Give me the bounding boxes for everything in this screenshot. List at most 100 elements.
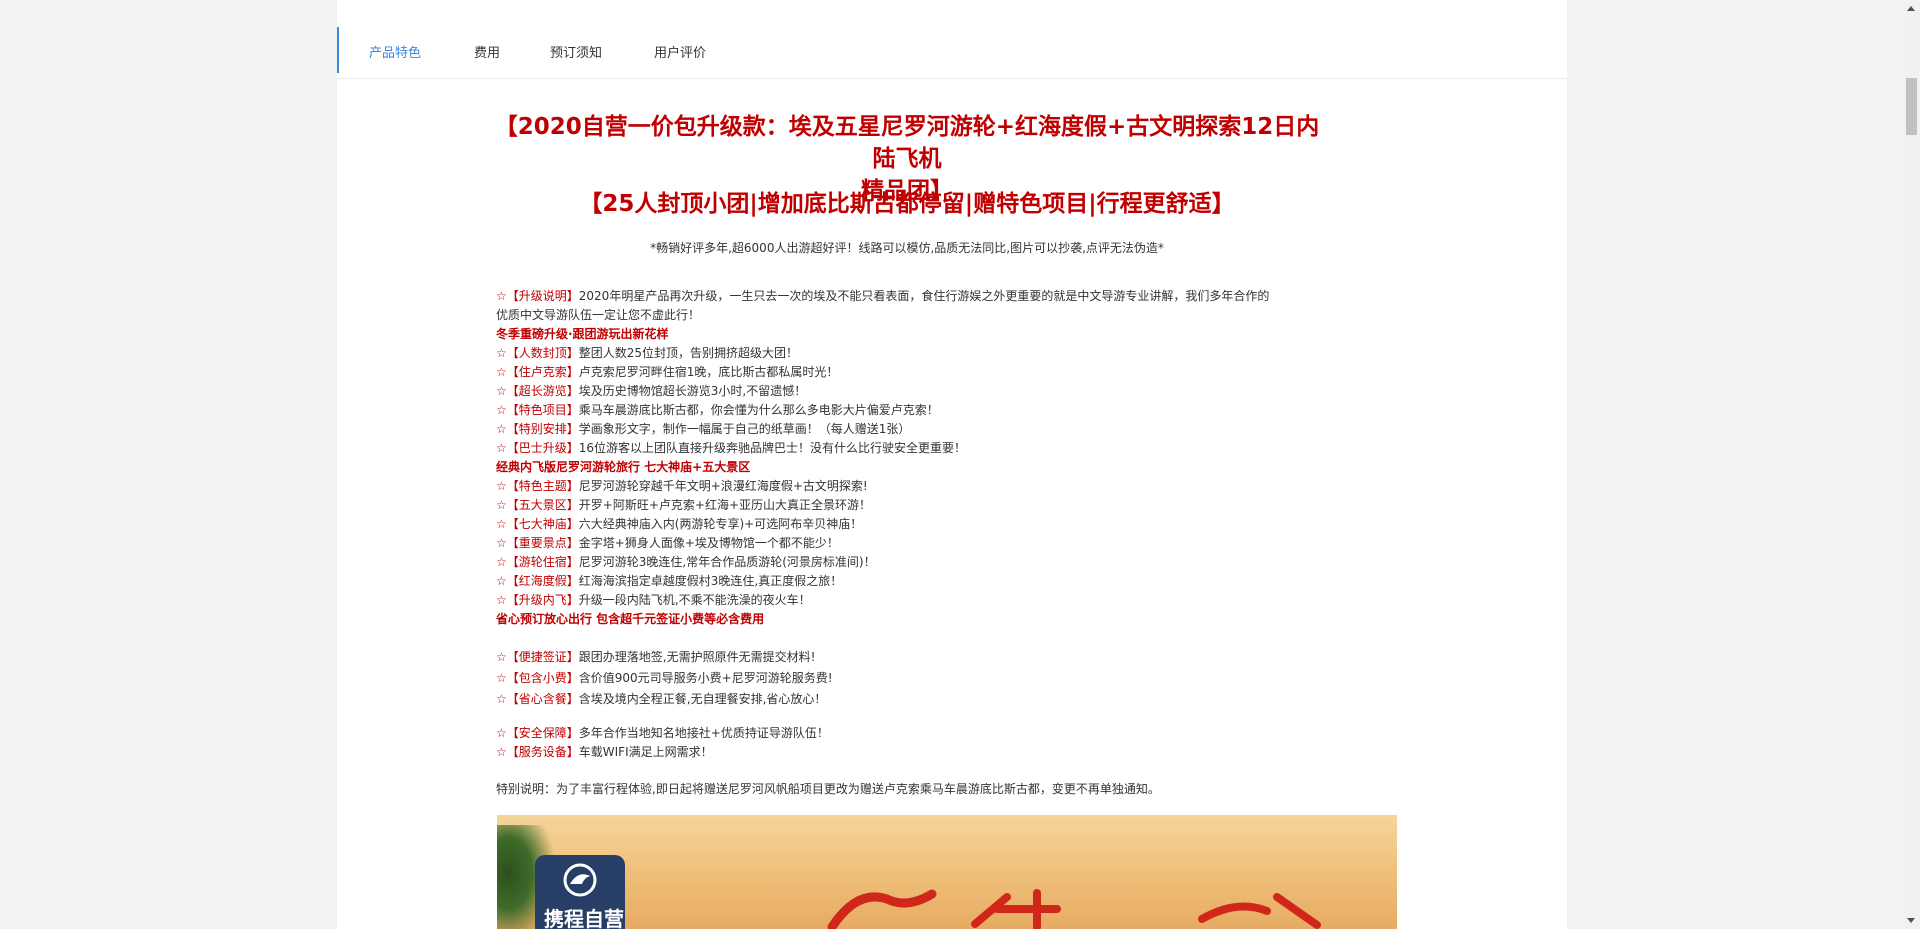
product-subtitle: 【25人封顶小团|增加底比斯古都停留|赠特色项目|行程更舒适】 [579,191,1235,217]
calligraphy-stroke-1 [827,889,937,929]
feature-tag: 【升级内飞】 [506,593,579,607]
star-icon: ☆ [496,441,507,455]
feature-tag: 【五大景区】 [506,498,579,512]
feature-row: ☆【超长游览】埃及历史博物馆超长游览3小时,不留遗憾！ [496,382,1396,401]
star-icon: ☆ [496,479,507,493]
star-icon: ☆ [496,384,507,398]
star-icon: ☆ [496,726,507,740]
section-heading-winter-upgrade: 冬季重磅升级·跟团游玩出新花样 [496,327,669,341]
feature-list: ☆【升级说明】2020年明星产品再次升级，一生只去一次的埃及不能只看表面，食住行… [496,287,1396,762]
vertical-scrollbar[interactable] [1903,0,1920,929]
feature-tag: 【特色主题】 [506,479,579,493]
feature-text: 乘马车晨游底比斯古都，你会懂为什么那么多电影大片偏爱卢克索！ [578,403,939,417]
star-icon: ☆ [496,593,507,607]
section-heading-worry-free: 省心预订放心出行 包含超千元签证小费等必含费用 [496,612,765,626]
feature-text: 开罗+阿斯旺+卢克索+红海+亚历山大真正全景环游！ [578,498,872,512]
feature-row: ☆【特色项目】乘马车晨游底比斯古都，你会懂为什么那么多电影大片偏爱卢克索！ [496,401,1396,420]
dolphin-logo-icon [563,863,597,897]
scroll-down-arrow-icon[interactable] [1907,918,1915,923]
feature-tag: 【七大神庙】 [506,517,579,531]
section-heading-classic-cruise: 经典内飞版尼罗河游轮旅行 七大神庙+五大景区 [496,460,751,474]
feature-tag: 【包含小费】 [506,671,579,685]
star-icon: ☆ [496,536,507,550]
star-icon: ☆ [496,346,507,360]
feature-row: ☆【人数封顶】整团人数25位封顶，告别拥挤超级大团！ [496,344,1396,363]
star-icon: ☆ [496,745,507,759]
feature-tag: 【红海度假】 [506,574,579,588]
feature-text: 2020年明星产品再次升级，一生只去一次的埃及不能只看表面，食住行游娱之外更重要… [578,289,1270,303]
feature-row: ☆【七大神庙】六大经典神庙入内(两游轮专享)+可选阿布辛贝神庙！ [496,515,1396,534]
feature-text: 六大经典神庙入内(两游轮专享)+可选阿布辛贝神庙！ [578,517,863,531]
feature-tag: 【人数封顶】 [506,346,579,360]
feature-text: 卢克索尼罗河畔住宿1晚，底比斯古都私属时光！ [578,365,839,379]
feature-tag: 【特别安排】 [506,422,579,436]
feature-row: ☆【升级内飞】升级一段内陆飞机,不乘不能洗澡的夜火车！ [496,591,1396,610]
calligraphy-stroke-3 [1198,893,1321,929]
feature-tag: 【重要景点】 [506,536,579,550]
feature-row: ☆【便捷签证】跟团办理落地签,无需护照原件无需提交材料! [496,647,1396,668]
feature-row: ☆【游轮住宿】尼罗河游轮3晚连住,常年合作品质游轮(河景房标准间)！ [496,553,1396,572]
star-icon: ☆ [496,692,507,706]
feature-text: 多年合作当地知名地接社+优质持证导游队伍！ [578,726,829,740]
feature-text: 金字塔+狮身人面像+埃及博物馆一个都不能少！ [578,536,839,550]
feature-tag: 【游轮住宿】 [506,555,579,569]
feature-tag: 【便捷签证】 [506,650,579,664]
star-icon: ☆ [496,517,507,531]
feature-text: 学画象形文字，制作一幅属于自己的纸草画！（每人赠送1张） [578,422,911,436]
star-icon: ☆ [496,365,507,379]
tab-bar: 产品特色 费用 预订须知 用户评价 [337,0,1567,79]
ctrip-logo-text: 携程自营 [544,907,624,929]
feature-row: ☆【包含小费】含价值900元司导服务小费+尼罗河游轮服务费! [496,668,1396,689]
feature-text: 升级一段内陆飞机,不乘不能洗澡的夜火车！ [578,593,811,607]
star-icon: ☆ [496,671,507,685]
tab-product-features[interactable]: 产品特色 [369,42,421,61]
feature-text: 尼罗河游轮3晚连住,常年合作品质游轮(河景房标准间)！ [578,555,876,569]
tab-active-indicator [337,27,339,73]
feature-row: ☆【住卢克索】卢克索尼罗河畔住宿1晚，底比斯古都私属时光！ [496,363,1396,382]
promo-banner-image: 携程自营 [497,815,1397,929]
feature-text: 车载WIFI满足上网需求！ [578,745,713,759]
feature-row-intro: ☆【升级说明】2020年明星产品再次升级，一生只去一次的埃及不能只看表面，食住行… [496,287,1396,306]
feature-row: ☆【特色主题】尼罗河游轮穿越千年文明+浪漫红海度假+古文明探索! [496,477,1396,496]
feature-text: 埃及历史博物馆超长游览3小时,不留遗憾！ [578,384,807,398]
feature-row: ☆【服务设备】车载WIFI满足上网需求！ [496,743,1396,762]
feature-text: 含价值900元司导服务小费+尼罗河游轮服务费! [578,671,833,685]
feature-text: 优质中文导游队伍一定让您不虚此行！ [496,308,701,322]
feature-text: 含埃及境内全程正餐,无自理餐安排,省心放心！ [578,692,827,706]
feature-row: ☆【五大景区】开罗+阿斯旺+卢克索+红海+亚历山大真正全景环游！ [496,496,1396,515]
feature-row: ☆【巴士升级】16位游客以上团队直接升级奔驰品牌巴士！没有什么比行驶安全更重要！ [496,439,1396,458]
feature-row: ☆【省心含餐】含埃及境内全程正餐,无自理餐安排,省心放心！ [496,689,1396,710]
feature-text: 尼罗河游轮穿越千年文明+浪漫红海度假+古文明探索! [578,479,868,493]
feature-tag: 【安全保障】 [506,726,579,740]
feature-tag: 【特色项目】 [506,403,579,417]
feature-row: ☆【重要景点】金字塔+狮身人面像+埃及博物馆一个都不能少！ [496,534,1396,553]
star-icon: ☆ [496,574,507,588]
star-icon: ☆ [496,498,507,512]
star-icon: ☆ [496,650,507,664]
feature-row: ☆【红海度假】红海海滨指定卓越度假村3晚连住,真正度假之旅！ [496,572,1396,591]
feature-tag: 【服务设备】 [506,745,579,759]
scroll-up-arrow-icon[interactable] [1907,6,1915,11]
feature-tag: 【超长游览】 [506,384,579,398]
page-container: 产品特色 费用 预订须知 用户评价 【2020自营一价包升级款：埃及五星尼罗河游… [337,0,1567,929]
feature-text: 跟团办理落地签,无需护照原件无需提交材料! [578,650,816,664]
tab-user-reviews[interactable]: 用户评价 [654,42,706,61]
calligraphy-stroke-2 [971,889,1061,929]
feature-text: 红海海滨指定卓越度假村3晚连住,真正度假之旅！ [578,574,843,588]
feature-tag: 【省心含餐】 [506,692,579,706]
feature-tag: 【住卢克索】 [506,365,579,379]
star-icon: ☆ [496,422,507,436]
feature-text: 16位游客以上团队直接升级奔驰品牌巴士！没有什么比行驶安全更重要！ [578,441,967,455]
tab-booking-notes[interactable]: 预订须知 [550,42,602,61]
product-slogan: *畅销好评多年,超6000人出游超好评！线路可以模仿,品质无法同比,图片可以抄袭… [650,241,1164,255]
product-title-line-1: 【2020自营一价包升级款：埃及五星尼罗河游轮+红海度假+古文明探索12日内陆飞… [494,114,1320,172]
special-note: 特别说明：为了丰富行程体验,即日起将赠送尼罗河风帆船项目更改为赠送卢克索乘马车晨… [496,782,1160,796]
star-icon: ☆ [496,555,507,569]
star-icon: ☆ [496,289,507,303]
scrollbar-thumb[interactable] [1906,78,1917,135]
feature-text: 整团人数25位封顶，告别拥挤超级大团！ [578,346,799,360]
tab-fees[interactable]: 费用 [474,42,500,61]
feature-row: ☆【安全保障】多年合作当地知名地接社+优质持证导游队伍！ [496,724,1396,743]
star-icon: ☆ [496,403,507,417]
feature-tag: 【巴士升级】 [506,441,579,455]
